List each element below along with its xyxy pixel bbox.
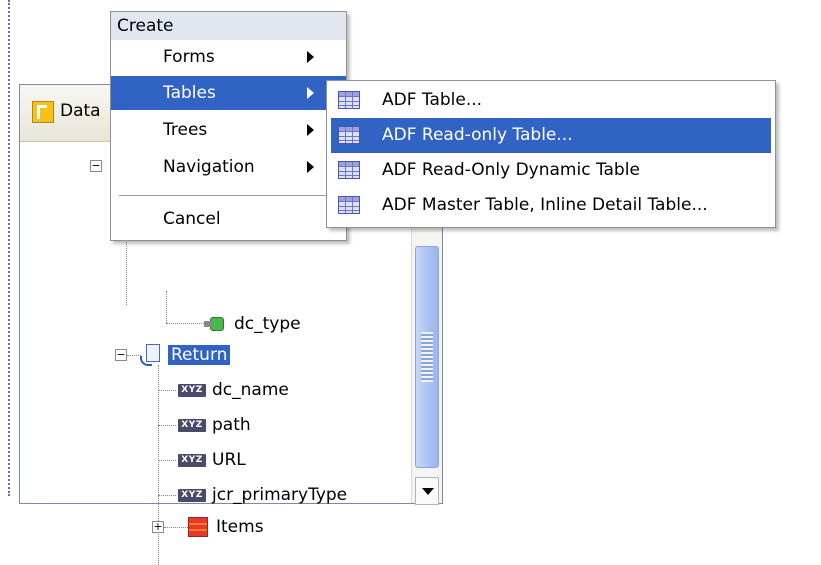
menu-item-label: Cancel xyxy=(163,209,221,229)
return-icon xyxy=(140,344,162,366)
submenu-arrow-icon xyxy=(307,87,314,99)
tree-line xyxy=(164,527,188,528)
tree-node-label: URL xyxy=(212,450,246,470)
tree-node-label: dc_type xyxy=(234,314,301,334)
string-attribute-icon: XYZ xyxy=(178,418,206,432)
scrollbar-thumb[interactable] xyxy=(415,246,439,468)
table-icon xyxy=(338,196,360,214)
tree-node-items[interactable]: Items xyxy=(188,512,264,542)
collection-icon xyxy=(188,517,208,537)
data-controls-icon xyxy=(32,101,54,123)
table-icon xyxy=(338,161,360,179)
submenu-item-label: ADF Master Table, Inline Detail Table... xyxy=(382,195,708,215)
submenu-item-adf-table[interactable]: ADF Table... xyxy=(327,83,775,118)
menu-item-tables[interactable]: Tables xyxy=(111,76,346,110)
tree-node-dc-type[interactable]: dc_type xyxy=(204,309,301,339)
tree-node-label: Items xyxy=(216,517,264,537)
menu-item-cancel[interactable]: Cancel xyxy=(111,202,346,236)
tree-node-url[interactable]: XYZ URL xyxy=(178,445,246,475)
menu-item-navigation[interactable]: Navigation xyxy=(111,150,346,184)
tree-line xyxy=(158,460,176,461)
create-context-menu: Create Forms Tables Trees Navigation Can… xyxy=(110,11,347,241)
tree-line xyxy=(166,323,208,324)
string-attribute-icon: XYZ xyxy=(178,383,206,397)
menu-item-forms[interactable]: Forms xyxy=(111,40,346,74)
tree-expander[interactable]: − xyxy=(90,160,102,172)
table-icon xyxy=(338,126,360,144)
tree-expander[interactable]: − xyxy=(115,349,127,361)
dotted-edge xyxy=(8,0,10,496)
scrollbar-grip xyxy=(421,332,433,382)
tree-node-jcr-primarytype[interactable]: XYZ jcr_primaryType xyxy=(178,480,347,510)
tree-line xyxy=(158,425,176,426)
tree-node-dc-name[interactable]: XYZ dc_name xyxy=(178,375,289,405)
submenu-item-adf-read-only-table[interactable]: ADF Read-only Table... xyxy=(331,118,771,153)
submenu-item-adf-read-only-dynamic-table[interactable]: ADF Read-Only Dynamic Table xyxy=(327,153,775,188)
menu-item-label: Navigation xyxy=(163,157,255,177)
menu-header: Create xyxy=(111,12,346,40)
submenu-item-label: ADF Table... xyxy=(382,90,483,110)
string-attribute-icon: XYZ xyxy=(178,488,206,502)
tree-line xyxy=(127,355,141,356)
scroll-down-button[interactable] xyxy=(415,477,439,505)
string-attribute-icon: XYZ xyxy=(178,453,206,467)
tables-submenu: ADF Table... ADF Read-only Table... ADF … xyxy=(326,80,776,228)
tree-node-path[interactable]: XYZ path xyxy=(178,410,251,440)
menu-item-label: Trees xyxy=(163,120,208,140)
attribute-icon xyxy=(204,315,228,333)
tree-expander[interactable]: + xyxy=(152,521,164,533)
tree-line xyxy=(158,365,159,565)
tree-node-label: Return xyxy=(168,345,231,365)
submenu-arrow-icon xyxy=(307,51,314,63)
tree-node-return[interactable]: Return xyxy=(140,340,231,370)
menu-separator xyxy=(119,195,338,196)
tree-node-label: jcr_primaryType xyxy=(212,485,348,505)
submenu-item-label: ADF Read-only Table... xyxy=(382,125,573,145)
table-icon xyxy=(338,91,360,109)
submenu-item-adf-master-table[interactable]: ADF Master Table, Inline Detail Table... xyxy=(327,188,775,223)
menu-item-trees[interactable]: Trees xyxy=(111,113,346,147)
tree-node-label: path xyxy=(212,415,251,435)
menu-item-label: Forms xyxy=(163,47,215,67)
menu-item-label: Tables xyxy=(163,83,216,103)
tree-line xyxy=(158,390,176,391)
tree-node-label: dc_name xyxy=(212,380,289,400)
tree-line xyxy=(166,291,167,323)
submenu-item-label: ADF Read-Only Dynamic Table xyxy=(382,160,640,180)
submenu-arrow-icon xyxy=(307,124,314,136)
submenu-arrow-icon xyxy=(307,161,314,173)
panel-title: Data xyxy=(60,101,101,121)
